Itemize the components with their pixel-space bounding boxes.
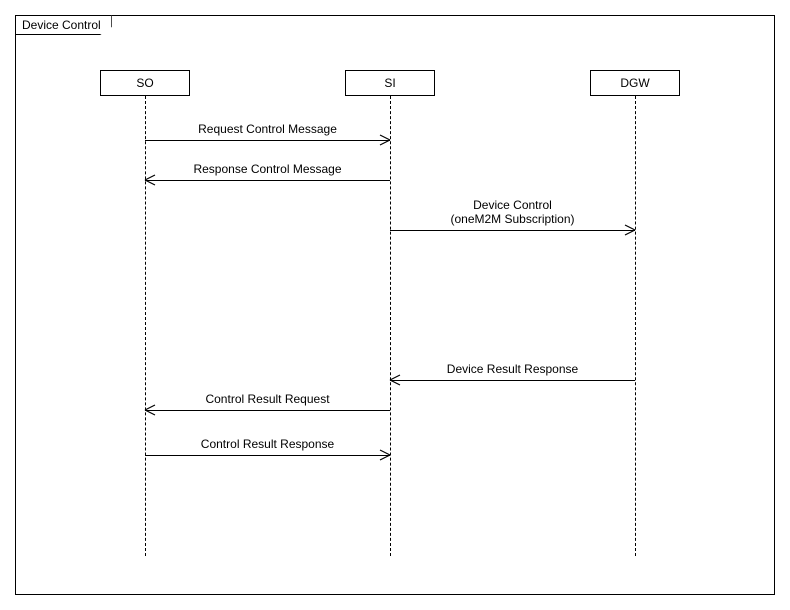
participant-si: SI <box>345 70 435 96</box>
arrow-left-icon <box>144 404 156 416</box>
arrow-right-icon <box>379 134 391 146</box>
frame-title: Device Control <box>15 15 112 35</box>
participant-so-label: SO <box>136 76 153 90</box>
participant-dgw: DGW <box>590 70 680 96</box>
arrow-right-icon <box>624 224 636 236</box>
lifeline-si <box>390 96 391 556</box>
msg-control-result-response-label: Control Result Response <box>145 437 390 451</box>
sequence-diagram: Device Control SO SI DGW Request Control… <box>0 0 790 610</box>
diagram-frame: Device Control <box>15 15 775 595</box>
msg-device-control-label: Device Control <box>390 198 635 212</box>
msg-response-control-label: Response Control Message <box>145 162 390 176</box>
lifeline-dgw <box>635 96 636 556</box>
participant-si-label: SI <box>384 76 395 90</box>
participant-dgw-label: DGW <box>620 76 649 90</box>
msg-request-control-label: Request Control Message <box>145 122 390 136</box>
msg-control-result-request-label: Control Result Request <box>145 392 390 406</box>
arrow-right-icon <box>379 449 391 461</box>
participant-so: SO <box>100 70 190 96</box>
arrow-left-icon <box>144 174 156 186</box>
arrow-left-icon <box>389 374 401 386</box>
msg-device-control-sublabel: (oneM2M Subscription) <box>390 212 635 226</box>
msg-device-result-response-label: Device Result Response <box>390 362 635 376</box>
